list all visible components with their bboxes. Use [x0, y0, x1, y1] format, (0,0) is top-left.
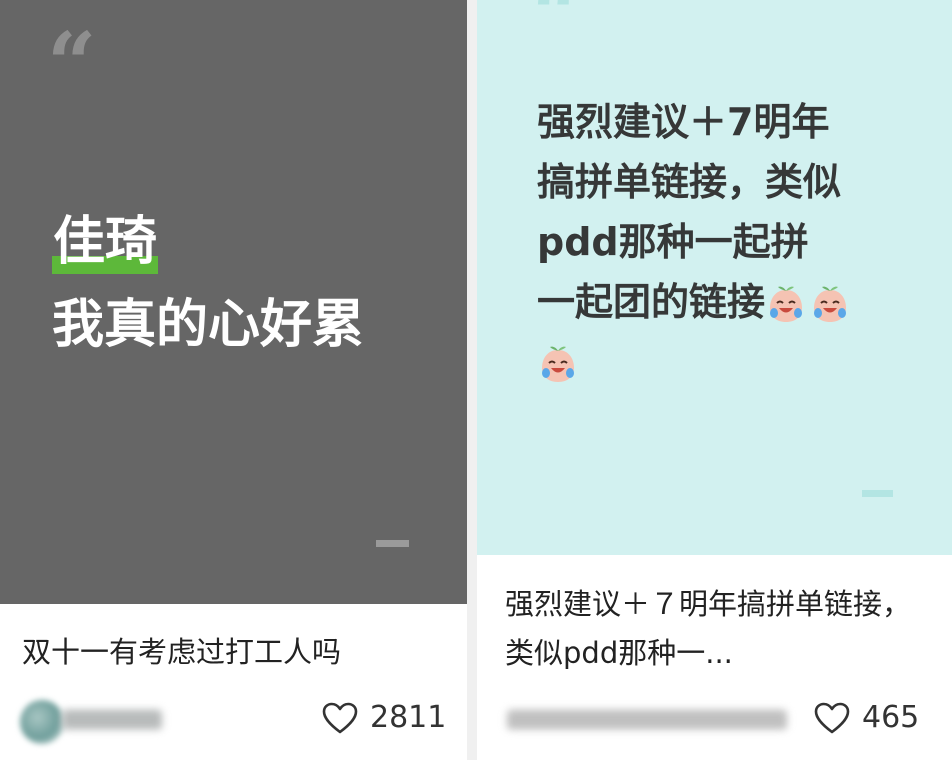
like-button[interactable]: 2811 — [322, 698, 446, 738]
like-button[interactable]: 465 — [814, 698, 919, 738]
cover-main-text: 我真的心好累 — [52, 295, 365, 355]
note-title[interactable]: 双十一有考虑过打工人吗 — [22, 628, 452, 677]
crying-laughing-peach-emoji — [770, 286, 803, 322]
quote-mark-icon: “ — [532, 0, 582, 65]
like-count: 465 — [862, 700, 920, 735]
cover-highlight-text: 佳琦 — [52, 210, 159, 274]
cover-text-line: 强烈建议＋7明年 — [537, 100, 830, 144]
cover-text: 强烈建议＋7明年 搞拼单链接，类似 pdd那种一起拼 一起团的链接 — [537, 92, 897, 395]
note-card[interactable]: “ 佳琦 我真的心好累 双十一有考虑过打工人吗 2811 — [0, 0, 467, 760]
heart-outline-icon — [814, 702, 850, 734]
like-count: 2811 — [370, 700, 447, 735]
author-name-blurred[interactable] — [62, 710, 162, 730]
cover-dash-decoration — [376, 540, 409, 547]
quote-mark-icon: “ — [47, 14, 97, 115]
crying-laughing-peach-emoji — [542, 346, 574, 382]
cover-text-line: pdd那种一起拼 — [537, 220, 809, 264]
crying-laughing-peach-emoji — [814, 286, 847, 322]
cover-text-line: 搞拼单链接，类似 — [537, 160, 842, 204]
note-cover[interactable]: “ 佳琦 我真的心好累 — [0, 0, 467, 604]
author-avatar[interactable] — [20, 700, 64, 744]
cover-dash-decoration — [862, 490, 893, 497]
heart-outline-icon — [322, 702, 358, 734]
note-title[interactable]: 强烈建议＋７明年搞拼单链接，类似pdd那种一... — [505, 580, 935, 678]
cover-text-line: 一起团的链接 — [537, 280, 766, 324]
author-name-blurred[interactable] — [507, 710, 787, 730]
note-card[interactable]: “ 强烈建议＋7明年 搞拼单链接，类似 pdd那种一起拼 一起团的链接 强烈建议… — [477, 0, 952, 760]
note-cover[interactable]: “ 强烈建议＋7明年 搞拼单链接，类似 pdd那种一起拼 一起团的链接 — [477, 0, 952, 555]
